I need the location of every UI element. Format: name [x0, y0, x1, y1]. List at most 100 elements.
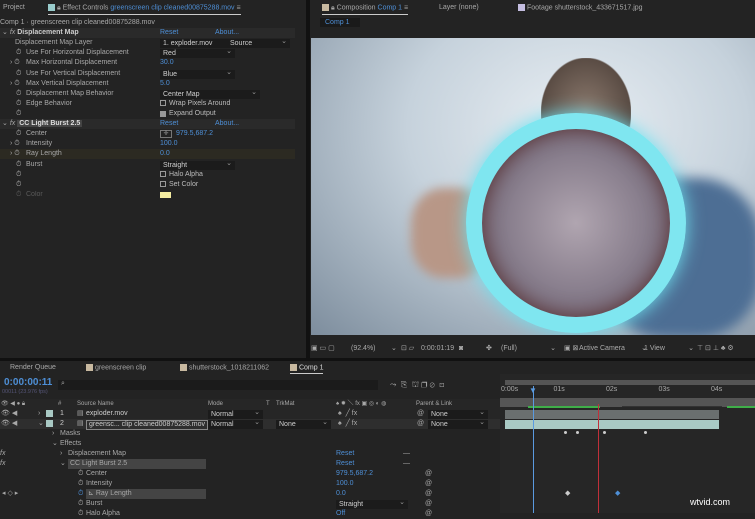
property-value[interactable]: 30.0 [160, 58, 174, 68]
views-dropdown[interactable]: 1 View ⌄ [644, 341, 694, 357]
mode-dropdown[interactable]: Normal [208, 418, 263, 429]
composition-viewer[interactable] [311, 38, 755, 335]
current-time[interactable]: 0:00:01:19 [421, 341, 454, 357]
effect-header-displacement[interactable]: ⌄ fx Displacement Map Reset About... [0, 28, 295, 38]
layer-row[interactable]: 👁︎ ◀ ⌄ 2 ▤ greensc... clip cleaned008752… [0, 418, 500, 430]
effect-header-light-burst[interactable]: ⌄ fx CC Light Burst 2.5 Reset About... [0, 119, 295, 129]
col-source-name[interactable]: Source Name [77, 399, 114, 409]
tree-row[interactable]: fx ⌄ CC Light Burst 2.5 Reset — [0, 459, 500, 469]
expand-icon[interactable]: › [52, 429, 54, 439]
layer-name[interactable]: exploder.mov [86, 409, 128, 419]
camera-dropdown[interactable]: Active Camera ⌄ [579, 341, 647, 357]
property-checkbox[interactable]: Wrap Pixels Around [160, 99, 230, 109]
stopwatch-icon[interactable]: › ⏱︎ [10, 58, 20, 68]
crosshair-icon[interactable]: ✛ [160, 130, 172, 138]
property-dropdown-2[interactable]: Source [227, 37, 290, 48]
property-checkbox[interactable]: Expand Output [160, 109, 216, 119]
stopwatch-icon[interactable]: › ⏱︎ [10, 79, 20, 89]
stopwatch-icon[interactable]: ⏱︎ [16, 170, 21, 180]
zoom-chevron-icon[interactable]: ⌄ [391, 341, 397, 357]
layer-bar-1[interactable] [505, 410, 719, 419]
tab-footage[interactable]: Footage shutterstock_433671517.jpg [518, 4, 643, 11]
visibility-icon[interactable]: 👁︎ ◀ [1, 419, 17, 429]
stopwatch-icon[interactable]: ⏱︎ [16, 160, 21, 170]
stopwatch-icon[interactable]: ⏱︎ [16, 190, 21, 200]
pickwhip-icon[interactable]: @ [417, 409, 424, 419]
resolution-dropdown[interactable]: (Full) ⌄ [501, 341, 556, 357]
property-value[interactable]: 979.5,687.2 [176, 129, 213, 139]
tab-layer[interactable]: Layer (none) [439, 4, 479, 11]
viewer-options-icon[interactable]: ⊤ ⊡ ⊥ ♣ ⚙ [697, 341, 734, 357]
property-value[interactable]: 100.0 [336, 479, 354, 489]
channel-icon[interactable]: ✤ [486, 341, 492, 357]
timeline-search-input[interactable]: ⌕ [58, 380, 378, 390]
tab-effect-controls[interactable]: 🔒︎ Effect Controls greenscreen clip clea… [48, 4, 241, 16]
visibility-icon[interactable]: 👁︎ ◀ [1, 409, 17, 419]
pickwhip-icon[interactable]: @ [425, 479, 432, 489]
property-checkbox[interactable]: Halo Alpha [160, 170, 203, 180]
stopwatch-icon[interactable]: ⏱︎ [78, 509, 83, 519]
value-dropdown[interactable]: Straight [336, 498, 408, 509]
about-button[interactable]: About... [215, 120, 239, 127]
stopwatch-icon[interactable]: ⏱︎ [16, 109, 21, 119]
pickwhip-icon[interactable]: @ [417, 419, 424, 429]
timeline-tab[interactable]: Render Queue [10, 364, 56, 371]
timeline-tab[interactable]: shutterstock_1018211062 [180, 364, 269, 371]
stopwatch-icon[interactable]: › ⏱︎ [10, 149, 20, 159]
about-button[interactable]: About... [215, 29, 239, 36]
property-dropdown[interactable]: Center Map [160, 88, 260, 99]
label-color[interactable] [46, 420, 53, 427]
tree-row[interactable]: ⏱︎ Intensity 100.0 @ [0, 479, 500, 489]
timeline-timecode[interactable]: 0:00:00:11 [4, 377, 52, 388]
reset-button[interactable]: Reset [160, 120, 178, 127]
stopwatch-icon[interactable]: ⏱︎ [16, 89, 21, 99]
tree-row[interactable]: ⌄ Effects [0, 439, 500, 449]
pickwhip-icon[interactable]: @ [425, 469, 432, 479]
timeline-graph[interactable]: ◆ ◆ ▼ [500, 374, 755, 513]
stopwatch-icon[interactable]: ⏱︎ [16, 99, 21, 109]
stopwatch-icon[interactable]: ⏱︎ [16, 129, 21, 139]
color-swatch[interactable] [160, 192, 171, 199]
pickwhip-icon[interactable]: @ [425, 509, 432, 519]
tree-row[interactable]: fx › Displacement Map Reset — [0, 449, 500, 459]
region-icon[interactable]: ▣ ⊠ [564, 341, 578, 357]
trkmat-dropdown[interactable]: None [276, 418, 331, 429]
timeline-tab[interactable]: Comp 1 [290, 364, 324, 375]
stopwatch-icon[interactable]: ⏱︎ [16, 48, 21, 58]
tree-row[interactable]: › Masks [0, 429, 500, 439]
stopwatch-icon[interactable]: › ⏱︎ [10, 139, 20, 149]
property-dropdown[interactable]: 1. exploder.mov [160, 37, 235, 48]
stopwatch-icon[interactable]: ⏱︎ [16, 180, 21, 190]
zoom-dropdown[interactable]: (92.4%) [351, 341, 376, 357]
playhead-handle[interactable]: ▼ [529, 386, 537, 395]
keyframe-nav[interactable]: ◂ ◇ ▸ [2, 489, 18, 499]
keyframe[interactable]: ◆ [565, 489, 570, 497]
tree-row[interactable]: ⏱︎ Burst Straight @ [0, 498, 500, 509]
menu-icon[interactable]: ≡ [236, 4, 240, 11]
tab-project[interactable]: Project [3, 4, 25, 11]
col-mode[interactable]: Mode [208, 399, 223, 409]
property-checkbox[interactable]: Set Color [160, 180, 198, 190]
tree-row[interactable]: ◂ ◇ ▸ ⏱︎ ⊾ Ray Length 0.0 @ [0, 489, 500, 499]
property-value[interactable]: 979.5,687.2 [336, 469, 373, 479]
timeline-tab[interactable]: greenscreen clip [86, 364, 146, 371]
stopwatch-icon[interactable]: ⏱︎ [78, 469, 83, 479]
property-value[interactable]: Reset [336, 459, 354, 469]
property-value[interactable]: 100.0 [160, 139, 178, 149]
stopwatch-icon[interactable]: ⏱︎ [78, 499, 83, 509]
pickwhip-icon[interactable]: @ [425, 489, 432, 499]
property-dropdown[interactable]: Blue [160, 68, 235, 79]
property-value[interactable]: 0.0 [160, 149, 170, 159]
parent-dropdown[interactable]: None [428, 418, 488, 429]
snapshot-icon[interactable]: ▣ ▭ ▢ [311, 345, 335, 352]
expand-icon[interactable]: ⌄ [60, 459, 66, 469]
property-value[interactable]: 0.0 [336, 489, 346, 499]
camera-icon[interactable]: ◙ [459, 341, 463, 357]
property-value[interactable]: Off [336, 509, 345, 519]
expand-icon[interactable]: ⌄ [52, 439, 58, 449]
comp-subtab[interactable]: Comp 1 [320, 18, 360, 27]
switches[interactable]: ♠ ╱ fx [338, 409, 357, 419]
label-color[interactable] [46, 410, 53, 417]
pickwhip-icon[interactable]: @ [425, 499, 432, 509]
navigator-bar[interactable] [505, 380, 755, 385]
